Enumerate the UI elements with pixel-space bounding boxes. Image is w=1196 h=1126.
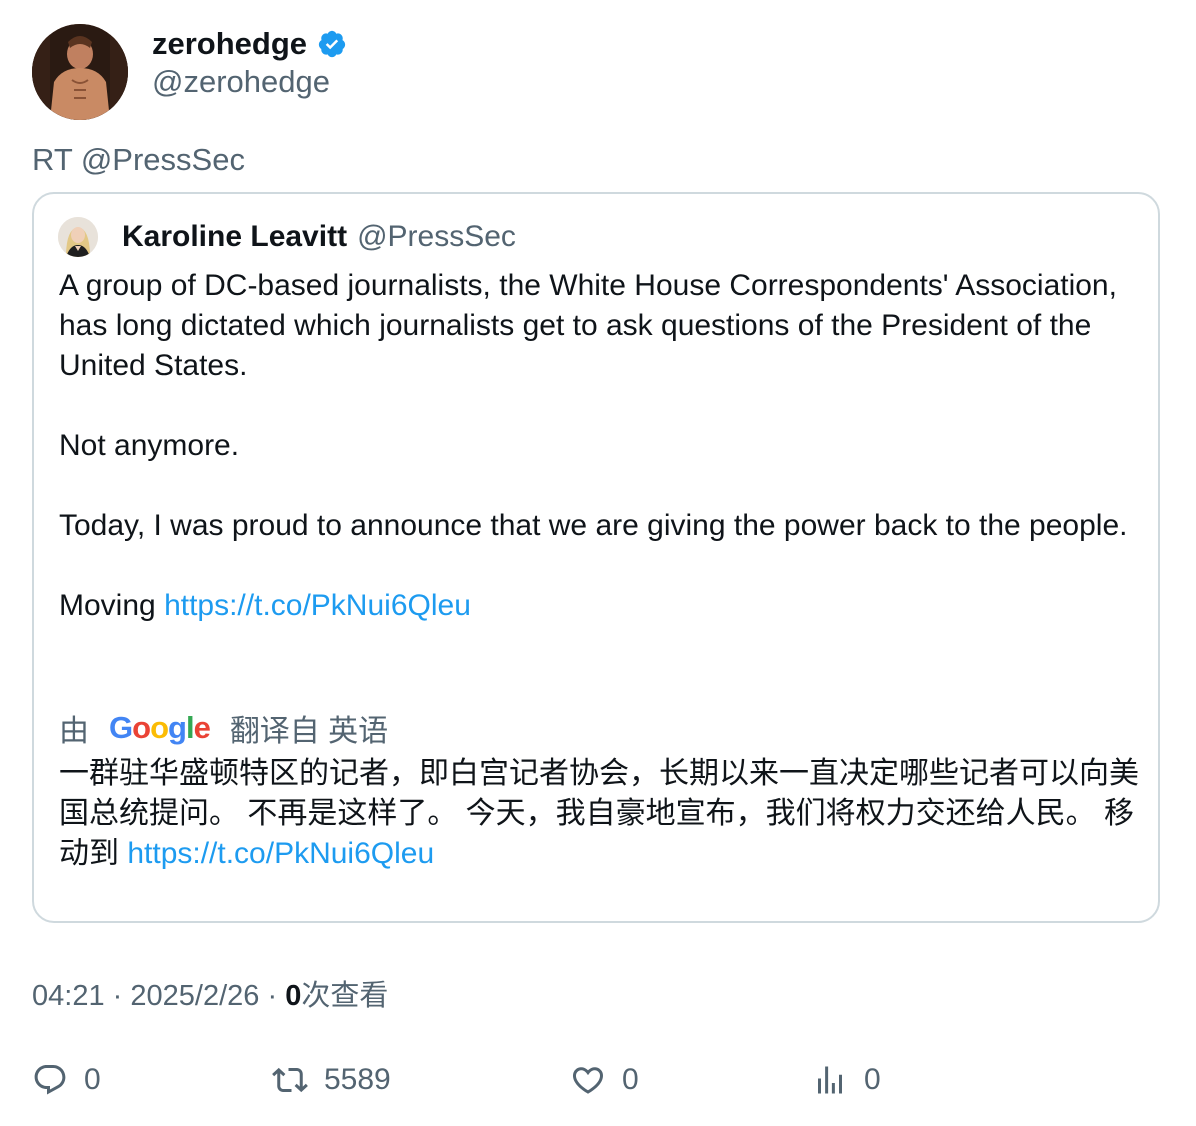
quoted-avatar-image (58, 217, 98, 257)
meta-separator: · (267, 980, 278, 1012)
quoted-tweet-header: Karoline Leavitt @PressSec (58, 216, 516, 258)
quoted-paragraph-3: Today, I was proud to announce that we a… (59, 509, 1128, 542)
author-name-row: zerohedge (152, 24, 347, 64)
author-avatar-image (32, 24, 128, 120)
tweet-time[interactable]: 04:21 (32, 980, 105, 1013)
translation-attribution: 由 Google 翻译自 英语 (59, 706, 388, 750)
author-avatar[interactable] (32, 24, 128, 120)
quoted-link[interactable]: https://t.co/PkNui6Qleu (164, 589, 471, 622)
tweet-header: zerohedge @zerohedge (32, 24, 1132, 120)
quoted-author-avatar[interactable] (58, 217, 98, 257)
quoted-paragraph-2: Not anymore. (59, 429, 240, 462)
views-label: 次查看 (301, 980, 389, 1012)
quoted-tweet[interactable]: Karoline Leavitt @PressSec A group of DC… (32, 192, 1160, 923)
reply-button[interactable]: 0 (32, 1058, 101, 1102)
verified-badge-icon[interactable] (317, 29, 347, 59)
reply-count: 0 (84, 1063, 101, 1096)
translated-text: 一群驻华盛顿特区的记者，即白宫记者协会，长期以来一直决定哪些记者可以向美国总统提… (59, 754, 1149, 874)
google-logo: Google (109, 710, 211, 745)
quoted-handle[interactable]: @PressSec (357, 220, 516, 254)
moving-prefix: Moving (59, 589, 156, 622)
quoted-tweet-text: A group of DC-based journalists, the Whi… (59, 266, 1139, 626)
action-bar: 0 5589 0 0 (32, 1058, 1132, 1102)
analytics-icon (818, 1066, 842, 1094)
reply-icon (34, 1065, 66, 1095)
translated-by-label: 由 (59, 715, 89, 748)
tweet-date[interactable]: 2025/2/26 (130, 980, 259, 1013)
quoted-paragraph-4: Moving https://t.co/PkNui6Qleu (59, 586, 1139, 626)
author-handle[interactable]: @zerohedge (152, 64, 330, 100)
retweet-button[interactable]: 5589 (272, 1058, 391, 1102)
like-count: 0 (622, 1063, 639, 1096)
views-button[interactable]: 0 (812, 1058, 881, 1102)
translated-link[interactable]: https://t.co/PkNui6Qleu (127, 837, 434, 870)
retweet-count: 5589 (324, 1063, 391, 1096)
views-count: 0 (285, 980, 302, 1012)
quoted-display-name[interactable]: Karoline Leavitt (122, 220, 347, 254)
quoted-paragraph-1: A group of DC-based journalists, the Whi… (59, 269, 1117, 382)
like-button[interactable]: 0 (570, 1058, 639, 1102)
author-display-name[interactable]: zerohedge (152, 26, 307, 62)
heart-icon (572, 1067, 604, 1094)
meta-separator: · (112, 980, 123, 1012)
tweet-meta: 04:21 · 2025/2/26 · 0 次查看 (32, 972, 388, 1014)
retweet-label: RT @PressSec (32, 142, 245, 177)
retweet-icon (272, 1067, 308, 1093)
views-count-action: 0 (864, 1063, 881, 1096)
translated-from-label: 翻译自 英语 (229, 715, 389, 748)
